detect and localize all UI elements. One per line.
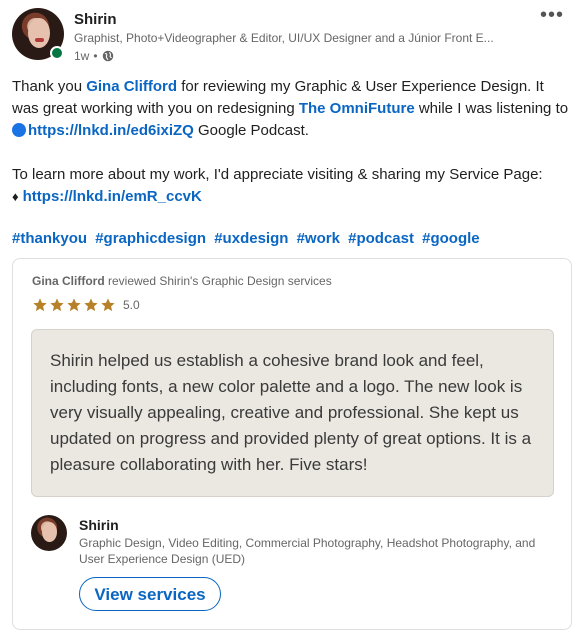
star-rating: 5.0 xyxy=(32,297,140,313)
service-provider: Shirin Graphic Design, Video Editing, Co… xyxy=(31,515,561,619)
review-quote: Shirin helped us establish a cohesive br… xyxy=(31,329,554,497)
feed-post: Shirin Graphist, Photo+Videographer & Ed… xyxy=(0,0,584,642)
text-segment: while I was listening to xyxy=(414,100,569,117)
provider-skills: Graphic Design, Video Editing, Commercia… xyxy=(79,536,536,566)
review-description: reviewed Shirin's Graphic Design service… xyxy=(104,274,332,288)
more-options-button[interactable]: ••• xyxy=(536,5,568,28)
post-paragraph-2: To learn more about my work, I'd appreci… xyxy=(12,164,572,208)
hashtag-work[interactable]: #work xyxy=(297,230,340,247)
hashtag-thankyou[interactable]: #thankyou xyxy=(12,230,87,247)
online-status-indicator xyxy=(50,46,64,60)
post-time: 1w xyxy=(74,49,90,63)
post-body: Thank you Gina Clifford for reviewing my… xyxy=(12,76,572,208)
post-header: Shirin Graphist, Photo+Videographer & Ed… xyxy=(12,5,572,63)
mention-the-omnifuture[interactable]: The OmniFuture xyxy=(299,100,415,117)
provider-avatar[interactable] xyxy=(31,515,67,551)
review-header: Gina Clifford reviewed Shirin's Graphic … xyxy=(32,274,332,288)
hashtag-podcast[interactable]: #podcast xyxy=(348,230,414,247)
reviewer-name: Gina Clifford xyxy=(32,274,105,288)
mention-gina-clifford[interactable]: Gina Clifford xyxy=(86,78,177,95)
text-segment: Thank you xyxy=(12,78,87,95)
star-icon xyxy=(67,298,81,312)
hashtag-list: #thankyou #graphicdesign #uxdesign #work… xyxy=(12,230,484,247)
hashtag-graphicdesign[interactable]: #graphicdesign xyxy=(95,230,206,247)
avatar-face xyxy=(42,522,57,542)
text-segment: To learn more about my work, I'd appreci… xyxy=(12,166,543,183)
service-page-link[interactable]: https://lnkd.in/emR_ccvK xyxy=(23,188,202,205)
star-icon xyxy=(101,298,115,312)
post-paragraph-1: Thank you Gina Clifford for reviewing my… xyxy=(12,76,572,142)
star-icon xyxy=(50,298,64,312)
avatar-face xyxy=(28,18,50,48)
meta-separator: • xyxy=(93,49,98,63)
service-review-card[interactable]: Gina Clifford reviewed Shirin's Graphic … xyxy=(12,258,572,630)
star-icon xyxy=(84,298,98,312)
post-meta: 1w • xyxy=(74,49,114,63)
globe-icon xyxy=(102,50,113,62)
star-icon xyxy=(33,298,47,312)
avatar-lips xyxy=(35,38,44,42)
author-name[interactable]: Shirin xyxy=(74,11,117,28)
provider-name[interactable]: Shirin xyxy=(79,517,119,533)
view-services-button[interactable]: View services xyxy=(79,577,221,611)
podcast-link[interactable]: https://lnkd.in/ed6ixiZQ xyxy=(28,122,194,139)
text-segment: Google Podcast. xyxy=(193,122,309,139)
rating-value: 5.0 xyxy=(123,298,140,312)
podcast-dot-icon xyxy=(12,123,26,137)
hashtag-uxdesign[interactable]: #uxdesign xyxy=(214,230,288,247)
hashtag-google[interactable]: #google xyxy=(422,230,480,247)
diamond-icon: ♦ xyxy=(12,189,19,204)
author-headline: Graphist, Photo+Videographer & Editor, U… xyxy=(74,31,494,45)
